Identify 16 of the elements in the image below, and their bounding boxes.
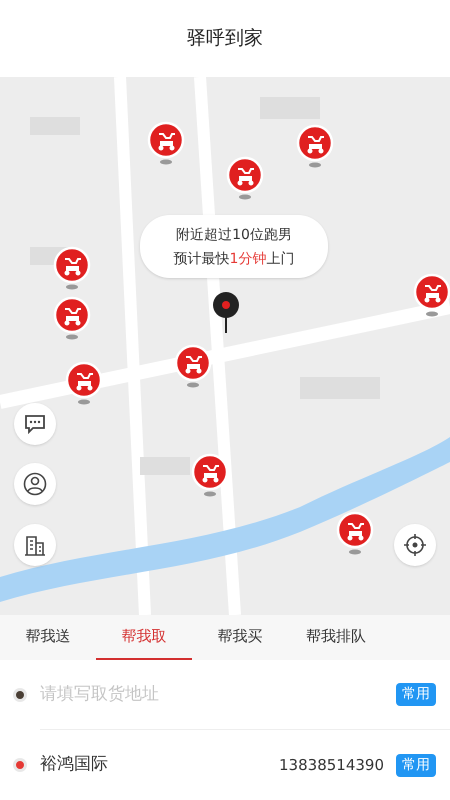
location-pin-icon (212, 291, 240, 333)
building-icon (24, 534, 46, 556)
chat-bubble-icon (24, 414, 46, 434)
person-icon (23, 472, 47, 496)
service-tab[interactable]: 帮我取 (96, 615, 192, 660)
phone-number: 13838514390 (279, 754, 384, 776)
address-text: 裕鸿国际 (40, 753, 109, 776)
service-tab[interactable]: 帮我买 (192, 615, 288, 660)
service-tab[interactable]: 帮我排队 (288, 615, 384, 660)
map-building (140, 457, 190, 475)
app-title: 驿呼到家 (187, 26, 263, 52)
crosshair-icon (403, 533, 427, 557)
bubble-text: 预计最快1分钟上门 (174, 250, 294, 268)
bubble-text: 附近超过10位跑男 (176, 226, 292, 244)
address-field[interactable]: 请填写取货地址 (40, 682, 396, 708)
service-tab[interactable]: 帮我送 (0, 615, 96, 660)
